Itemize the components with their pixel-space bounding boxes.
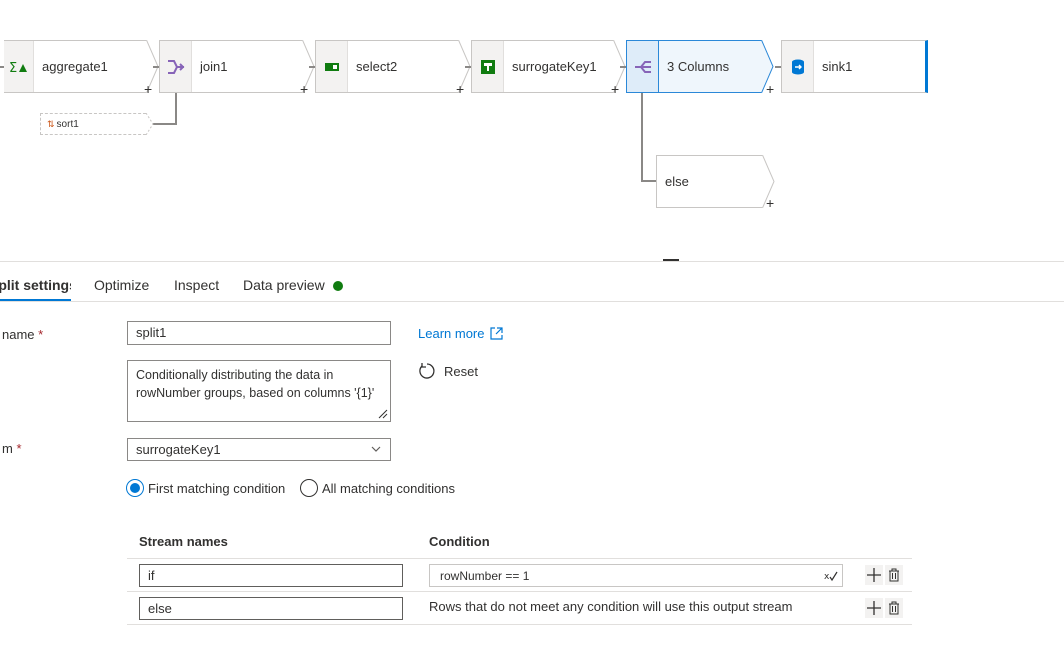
node-select2[interactable]: select2	[315, 40, 471, 93]
external-link-icon	[490, 327, 504, 340]
aggregate-icon: Σ	[4, 41, 34, 92]
status-dot-icon	[332, 281, 343, 291]
tab-split-settings[interactable]: Split settings	[0, 277, 71, 293]
tab-split-settings-wrap: Split settings	[0, 262, 71, 302]
radio-all-matching[interactable]: All matching conditions	[300, 479, 455, 497]
tab-data-preview[interactable]: Data preview	[243, 277, 343, 293]
incoming-stream-select[interactable]: surrogateKey1	[127, 438, 391, 461]
output-stream-name-input[interactable]: split1	[127, 321, 391, 345]
node-sink1[interactable]: sink1	[781, 40, 928, 93]
condition-expression-input[interactable]: rowNumber == 1 x	[429, 564, 843, 587]
learn-more-link[interactable]: Learn more	[418, 326, 504, 341]
table-row: if rowNumber == 1 x	[127, 558, 912, 591]
tab-optimize[interactable]: Optimize	[94, 277, 149, 293]
node-else[interactable]: else	[656, 155, 775, 208]
add-transform-button[interactable]: +	[144, 82, 152, 96]
stream-name-input[interactable]: else	[139, 597, 403, 620]
add-condition-icon[interactable]	[865, 598, 883, 618]
radio-label: All matching conditions	[322, 480, 455, 496]
expression-builder-icon[interactable]: x	[824, 570, 838, 582]
label-text: m	[2, 441, 13, 456]
description-textarea[interactable]: Conditionally distributing the data in r…	[127, 360, 391, 422]
sink-icon	[782, 41, 814, 92]
reset-label: Reset	[444, 363, 478, 379]
output-stream-name-label: name *	[2, 327, 43, 342]
column-header-stream-names: Stream names	[139, 534, 228, 549]
delete-icon[interactable]	[885, 565, 903, 585]
node-surrogatekey1[interactable]: surrogateKey1	[471, 40, 626, 93]
node-label: select2	[356, 59, 398, 74]
radio-selected-icon	[126, 479, 144, 497]
chevron-down-icon	[371, 446, 381, 452]
reset-button[interactable]: Reset	[418, 362, 478, 380]
link	[641, 180, 657, 182]
node-sort1[interactable]: ⇅ sort1	[40, 113, 154, 135]
required-mark: *	[38, 327, 44, 342]
tab-label: Data preview	[243, 277, 325, 293]
radio-first-matching[interactable]: First matching condition	[126, 479, 285, 497]
default-stream-condition-text: Rows that do not meet any condition will…	[429, 599, 793, 614]
column-header-condition: Condition	[429, 534, 490, 549]
node-split1-selected[interactable]: 3 Columns	[626, 40, 774, 93]
svg-text:x: x	[824, 572, 830, 582]
add-transform-button[interactable]: +	[611, 82, 619, 96]
link	[641, 93, 643, 181]
link	[175, 93, 177, 125]
reset-icon	[419, 363, 435, 379]
expression-value: rowNumber == 1	[440, 569, 530, 583]
node-label: surrogateKey1	[512, 59, 597, 74]
sort-icon: ⇅	[47, 118, 55, 129]
add-transform-button[interactable]: +	[766, 196, 774, 210]
node-aggregate1[interactable]: Σ aggregate1	[4, 40, 159, 93]
resize-grip-icon[interactable]	[378, 409, 388, 419]
input-value: if	[148, 568, 155, 583]
textarea-value: Conditionally distributing the data in r…	[136, 368, 375, 400]
input-value: split1	[136, 325, 167, 340]
radio-unselected-icon	[300, 479, 318, 497]
node-label: else	[665, 174, 689, 189]
tab-inspect[interactable]: Inspect	[174, 277, 219, 293]
table-row: else Rows that do not meet any condition…	[127, 591, 912, 625]
row-actions	[865, 598, 903, 618]
select-value: surrogateKey1	[136, 442, 221, 457]
link-label: Learn more	[418, 326, 485, 341]
radio-label: First matching condition	[148, 480, 286, 496]
add-transform-button[interactable]: +	[300, 82, 308, 96]
node-label: sort1	[56, 118, 79, 130]
delete-icon[interactable]	[885, 598, 903, 618]
node-label: join1	[200, 59, 228, 74]
add-transform-button[interactable]: +	[766, 82, 774, 96]
active-tab-indicator	[0, 299, 71, 301]
add-condition-icon[interactable]	[865, 565, 883, 585]
link	[152, 123, 177, 125]
svg-text:Σ: Σ	[9, 61, 17, 74]
incoming-stream-label: m *	[2, 441, 22, 456]
required-mark: *	[16, 441, 22, 456]
surrogate-key-icon	[472, 41, 504, 92]
node-label: sink1	[822, 59, 853, 74]
row-actions	[865, 565, 903, 585]
label-text: name	[2, 327, 35, 342]
join-icon	[160, 41, 192, 92]
stream-name-input[interactable]: if	[139, 564, 403, 587]
data-flow-canvas[interactable]: Σ aggregate1 + join1 + select2 + surroga…	[0, 0, 1064, 262]
node-label: aggregate1	[42, 59, 108, 74]
select-icon	[316, 41, 348, 92]
input-value: else	[148, 601, 172, 616]
node-join1[interactable]: join1	[159, 40, 315, 93]
node-label: 3 Columns	[667, 59, 730, 74]
settings-tabs: Split settings Optimize Inspect Data pre…	[0, 262, 1064, 302]
split-icon	[627, 41, 659, 92]
chevron-shape	[146, 113, 154, 135]
add-transform-button[interactable]: +	[456, 82, 464, 96]
